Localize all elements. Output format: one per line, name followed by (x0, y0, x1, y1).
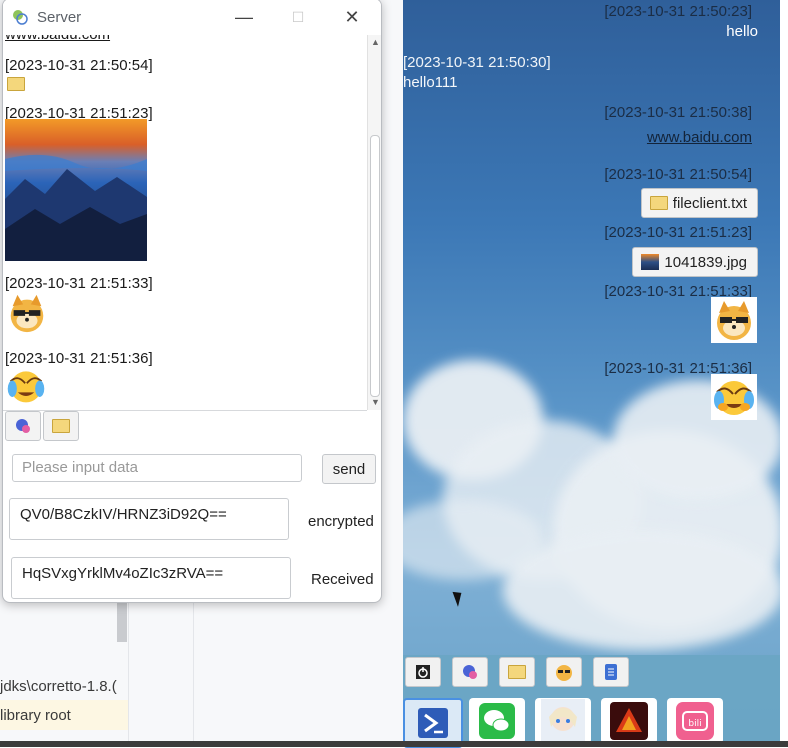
client-timestamp: [2023-10-31 21:50:38] (604, 104, 752, 121)
wechat-icon (479, 703, 515, 739)
folder-icon[interactable] (7, 77, 25, 91)
scroll-up-icon[interactable]: ▲ (371, 37, 380, 47)
emoji-picker-button[interactable] (5, 411, 41, 441)
ide-divider (193, 600, 194, 747)
close-button[interactable]: ✕ (329, 3, 375, 31)
received-field[interactable]: HqSVxgYrklMv4oZIc3zRVA== (11, 557, 291, 599)
send-button[interactable]: send (322, 454, 376, 484)
minimize-button[interactable]: — (221, 3, 267, 31)
chat-scrollbar[interactable]: ▲ ▼ (367, 35, 381, 410)
anime-app[interactable] (535, 698, 591, 744)
encrypted-field[interactable]: QV0/B8CzkIV/HRNZ3iD92Q== (9, 498, 289, 540)
notes-button[interactable] (593, 657, 629, 687)
power-icon (416, 665, 430, 679)
powershell-icon (418, 708, 448, 738)
laughing-tears-icon (5, 365, 47, 407)
client-timestamp: [2023-10-31 21:50:30] (403, 54, 551, 71)
image-attachment-button[interactable]: 1041839.jpg (632, 247, 758, 277)
app-logo-icon (13, 10, 28, 25)
chat-timestamp: [2023-10-31 21:50:54] (5, 57, 153, 74)
ide-divider (128, 600, 129, 747)
file-send-button[interactable] (499, 657, 535, 687)
anime-app-icon (541, 699, 585, 743)
client-timestamp: [2023-10-31 21:50:23] (604, 3, 752, 20)
chat-history[interactable]: www.baidu.com [2023-10-31 21:50:54] [202… (3, 35, 367, 411)
encrypted-label: encrypted (308, 513, 374, 530)
client-timestamp: [2023-10-31 21:50:54] (604, 166, 752, 183)
notes-icon (605, 664, 617, 680)
client-message-text: hello111 (403, 74, 458, 91)
folder-icon (649, 196, 668, 210)
emoji-picker-button[interactable] (452, 657, 488, 687)
emoji-picker-icon (463, 665, 477, 679)
chat-timestamp: [2023-10-31 21:51:33] (5, 275, 153, 292)
maximize-icon: ☐ (291, 8, 305, 25)
laughing-tears-icon (711, 374, 757, 420)
sticker-button[interactable] (546, 657, 582, 687)
screen-edge (780, 0, 788, 741)
file-name: 1041839.jpg (664, 253, 747, 271)
file-attachment-button[interactable]: fileclient.txt (640, 188, 758, 218)
client-link[interactable]: www.baidu.com (647, 129, 752, 146)
ide-library-label: library root (0, 707, 71, 724)
image-thumbnail-icon (641, 254, 660, 270)
received-label: Received (311, 571, 374, 588)
file-name: fileclient.txt (672, 194, 747, 212)
game-app-icon (610, 702, 648, 740)
server-window: Server — ☐ ✕ www.baidu.com [2023-10-31 2… (2, 0, 382, 603)
maximize-button[interactable]: ☐ (275, 3, 321, 31)
taskbar (0, 741, 788, 747)
doge-icon (556, 665, 572, 681)
ide-jdk-path: jdks\corretto-1.8.( (0, 678, 117, 695)
doge-icon (711, 297, 757, 343)
folder-icon (52, 419, 70, 433)
game-app[interactable] (601, 698, 657, 744)
received-image[interactable] (5, 119, 147, 261)
svg-text:bili: bili (688, 719, 701, 729)
doge-icon (5, 291, 49, 335)
emoji-picker-icon (16, 419, 30, 433)
close-icon: ✕ (344, 6, 360, 27)
power-button[interactable] (405, 657, 441, 687)
file-send-button[interactable] (43, 411, 79, 441)
client-message-text: hello (726, 23, 758, 40)
window-title: Server (37, 9, 82, 26)
wechat-app[interactable] (469, 698, 525, 744)
scroll-down-icon[interactable]: ▼ (371, 397, 380, 407)
title-bar[interactable]: Server — ☐ ✕ (3, 0, 381, 35)
ide-library-root[interactable]: library root (0, 700, 128, 730)
bilibili-app[interactable]: bili (667, 698, 723, 744)
client-timestamp: [2023-10-31 21:51:23] (604, 224, 752, 241)
chat-link[interactable]: www.baidu.com (5, 35, 110, 43)
message-input[interactable]: Please input data (12, 454, 302, 482)
scroll-thumb[interactable] (370, 135, 380, 397)
minimize-icon: — (235, 6, 253, 27)
folder-icon (508, 665, 526, 679)
bilibili-icon: bili (676, 702, 714, 740)
ide-scrollbar[interactable] (117, 600, 127, 642)
